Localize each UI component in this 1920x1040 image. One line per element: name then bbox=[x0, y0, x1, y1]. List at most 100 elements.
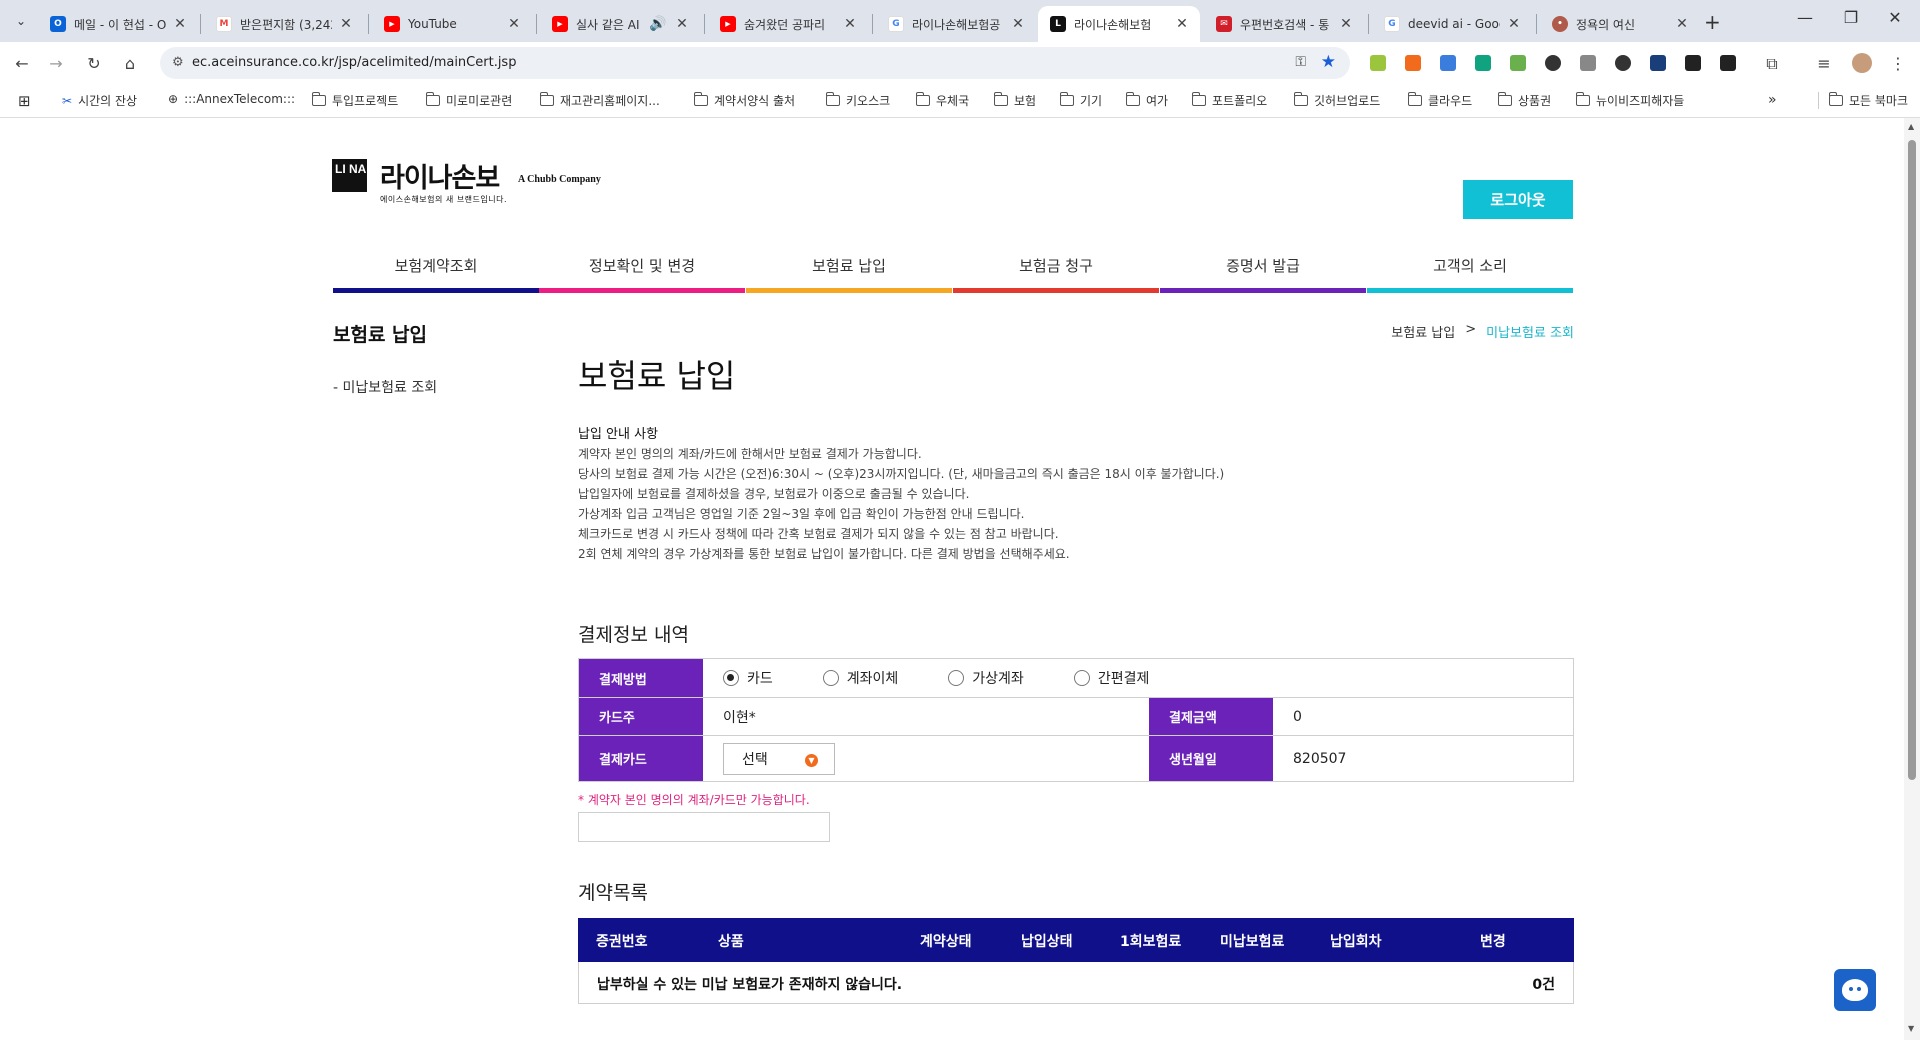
media-control-icon[interactable]: ≡ bbox=[1812, 52, 1836, 76]
extension-icon[interactable] bbox=[1370, 55, 1386, 71]
reload-icon[interactable]: ↻ bbox=[82, 52, 106, 76]
close-tab-icon[interactable]: ✕ bbox=[674, 16, 690, 32]
minimize-icon[interactable]: — bbox=[1790, 8, 1820, 27]
bookmark-item[interactable]: ⊕:::AnnexTelecom::: bbox=[168, 92, 295, 106]
browser-tab[interactable]: ▶ 숨겨왔던 공파리 ✕ bbox=[708, 6, 868, 42]
nav-claim[interactable]: 보험금 청구 bbox=[953, 251, 1159, 293]
bookmark-folder[interactable]: 투입프로젝트 bbox=[311, 92, 398, 109]
restore-icon[interactable]: ❐ bbox=[1836, 8, 1866, 27]
address-bar[interactable]: ⚙ ec.aceinsurance.co.kr/jsp/acelimited/m… bbox=[160, 47, 1350, 79]
bookmark-folder[interactable]: 뉴이비즈피해자들 bbox=[1575, 92, 1684, 109]
bookmark-folder[interactable]: 재고관리홈페이지... bbox=[539, 92, 660, 109]
extension-icon[interactable] bbox=[1475, 55, 1491, 71]
payment-section-title: 결제정보 내역 bbox=[578, 624, 689, 646]
radio-account-transfer[interactable]: 계좌이체 bbox=[822, 668, 898, 688]
browser-tab[interactable]: • 정욕의 여신 ✕ bbox=[1540, 6, 1700, 42]
browser-tab[interactable]: ▶ 실사 같은 AI 🔊 ✕ bbox=[540, 6, 700, 42]
extension-icon[interactable] bbox=[1510, 55, 1526, 71]
browser-tab[interactable]: M 받은편지함 (3,242) ✕ bbox=[204, 6, 364, 42]
profile-avatar[interactable] bbox=[1852, 53, 1872, 73]
wordpress-icon[interactable] bbox=[1615, 55, 1631, 71]
close-tab-icon[interactable]: ✕ bbox=[1674, 16, 1690, 32]
bookmark-folder[interactable]: 키오스크 bbox=[825, 92, 890, 109]
radio-easy-pay[interactable]: 간편결제 bbox=[1073, 668, 1149, 688]
nav-info-change[interactable]: 정보확인 및 변경 bbox=[539, 251, 745, 293]
empty-input-box[interactable] bbox=[578, 812, 830, 842]
tab-title: 메일 - 이 현섭 - Outlook bbox=[74, 17, 166, 32]
extension-icon[interactable] bbox=[1650, 55, 1666, 71]
speaker-icon[interactable]: 🔊 bbox=[648, 16, 668, 32]
contract-count: 0건 bbox=[1532, 977, 1555, 993]
browser-tab[interactable]: ▶ YouTube ✕ bbox=[372, 6, 532, 42]
page-scrollbar[interactable]: ▲ ▼ bbox=[1904, 118, 1920, 1040]
bookmark-folder[interactable]: 여가 bbox=[1125, 92, 1168, 109]
payment-card-cell: 선택 ▼ bbox=[703, 736, 1149, 781]
logout-button[interactable]: 로그아웃 bbox=[1463, 180, 1573, 219]
extension-icon[interactable] bbox=[1545, 55, 1561, 71]
bookmark-folder[interactable]: 기기 bbox=[1059, 92, 1102, 109]
lina-icon: L bbox=[1050, 16, 1066, 32]
extension-icon[interactable] bbox=[1685, 55, 1701, 71]
browser-tab[interactable]: G 라이나손해보험공 ✕ bbox=[876, 6, 1036, 42]
extension-icon[interactable] bbox=[1440, 55, 1456, 71]
camera-icon[interactable] bbox=[1580, 55, 1596, 71]
back-icon[interactable]: ← bbox=[10, 52, 34, 76]
extension-icon[interactable] bbox=[1720, 55, 1736, 71]
more-bookmarks-icon[interactable]: » bbox=[1768, 92, 1777, 108]
close-tab-icon[interactable]: ✕ bbox=[1338, 16, 1354, 32]
menu-kebab-icon[interactable]: ⋮ bbox=[1886, 52, 1910, 76]
close-tab-icon[interactable]: ✕ bbox=[1174, 16, 1190, 32]
nav-contract-inquiry[interactable]: 보험계약조회 bbox=[333, 251, 539, 293]
extensions-puzzle-icon[interactable]: ⧉ bbox=[1760, 52, 1784, 76]
tab-search-icon[interactable]: ⌄ bbox=[8, 8, 34, 34]
bookmark-folder[interactable]: 포트폴리오 bbox=[1191, 92, 1267, 109]
scroll-down-icon[interactable]: ▼ bbox=[1908, 1024, 1914, 1033]
password-key-icon[interactable]: ⚿ bbox=[1295, 54, 1306, 70]
payment-card-select[interactable]: 선택 ▼ bbox=[723, 742, 835, 775]
scrollbar-thumb[interactable] bbox=[1908, 140, 1916, 780]
radio-virtual-account[interactable]: 가상계좌 bbox=[948, 668, 1024, 688]
lina-logo-mark[interactable]: LI NA bbox=[332, 159, 367, 192]
folder-icon bbox=[425, 92, 440, 106]
close-tab-icon[interactable]: ✕ bbox=[1010, 16, 1026, 32]
close-tab-icon[interactable]: ✕ bbox=[172, 16, 188, 32]
scroll-up-icon[interactable]: ▲ bbox=[1908, 122, 1914, 131]
browser-tab[interactable]: O 메일 - 이 현섭 - Outlook ✕ bbox=[38, 6, 198, 42]
lina-logo-name[interactable]: 라이나손보 bbox=[380, 156, 500, 195]
close-window-icon[interactable]: ✕ bbox=[1880, 8, 1910, 27]
outlook-icon: O bbox=[50, 16, 66, 32]
browser-tab[interactable]: G deevid ai - Goog ✕ bbox=[1372, 6, 1532, 42]
extension-icon[interactable] bbox=[1405, 55, 1421, 71]
url-text[interactable]: ec.aceinsurance.co.kr/jsp/acelimited/mai… bbox=[192, 55, 516, 70]
site-info-icon[interactable]: ⚙ bbox=[172, 55, 184, 70]
bookmark-star-icon[interactable]: ★ bbox=[1321, 52, 1336, 72]
nav-customer-voice[interactable]: 고객의 소리 bbox=[1367, 251, 1573, 293]
bookmark-folder[interactable]: 상품권 bbox=[1497, 92, 1551, 109]
browser-tab[interactable]: ✉ 우편번호검색 - 통 ✕ bbox=[1204, 6, 1364, 42]
bookmark-folder[interactable]: 클라우드 bbox=[1407, 92, 1472, 109]
close-tab-icon[interactable]: ✕ bbox=[338, 16, 354, 32]
all-bookmarks-folder[interactable]: 모든 북마크 bbox=[1818, 92, 1908, 109]
close-tab-icon[interactable]: ✕ bbox=[1506, 16, 1522, 32]
close-tab-icon[interactable]: ✕ bbox=[842, 16, 858, 32]
folder-icon bbox=[1407, 92, 1422, 106]
apps-grid-icon[interactable]: ⊞ bbox=[18, 92, 31, 110]
radio-card[interactable]: 카드 bbox=[723, 668, 773, 688]
home-icon[interactable]: ⌂ bbox=[118, 52, 142, 76]
new-tab-icon[interactable]: + bbox=[1704, 10, 1721, 34]
close-tab-icon[interactable]: ✕ bbox=[506, 16, 522, 32]
bookmark-folder[interactable]: 우체국 bbox=[915, 92, 969, 109]
folder-icon bbox=[1575, 92, 1590, 106]
bookmark-folder[interactable]: 깃허브업로드 bbox=[1293, 92, 1380, 109]
browser-tab-active[interactable]: L 라이나손해보험 ✕ bbox=[1038, 6, 1200, 42]
nav-premium-payment[interactable]: 보험료 납입 bbox=[746, 251, 952, 293]
bookmark-item[interactable]: ✂ 시간의 잔상 bbox=[62, 92, 137, 109]
bookmark-folder[interactable]: 계약서양식 출처 bbox=[693, 92, 795, 109]
sidebar-item-unpaid-premium[interactable]: - 미납보험료 조회 bbox=[333, 377, 437, 397]
forward-icon[interactable]: → bbox=[44, 52, 68, 76]
nav-certificate[interactable]: 증명서 발급 bbox=[1160, 251, 1366, 293]
breadcrumb-parent[interactable]: 보험료 납입 bbox=[1391, 322, 1455, 341]
bookmark-folder[interactable]: 보험 bbox=[993, 92, 1036, 109]
bookmark-folder[interactable]: 미로미로관련 bbox=[425, 92, 512, 109]
chatbot-button[interactable] bbox=[1834, 969, 1876, 1011]
